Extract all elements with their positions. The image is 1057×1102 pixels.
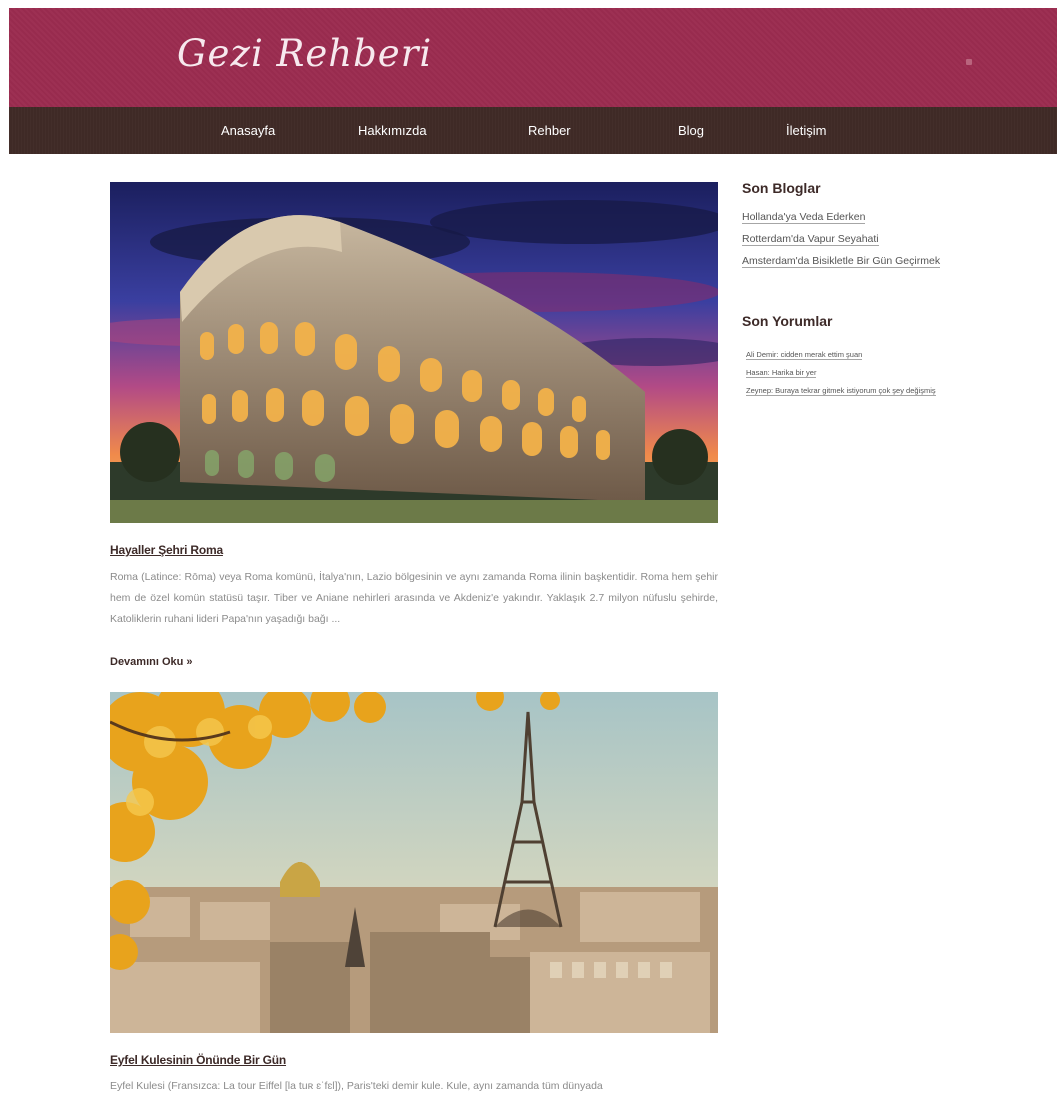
recent-blog-link[interactable]: Amsterdam'da Bisikletle Bir Gün Geçirmek	[742, 255, 941, 268]
recent-comments-list: Ali Demir: cidden merak ettim şuan Hasan…	[746, 344, 936, 398]
read-more-link[interactable]: Devamını Oku »	[110, 656, 193, 668]
list-item: Zeynep: Buraya tekrar gitmek istiyorum ç…	[746, 380, 936, 398]
colosseum-illustration	[110, 182, 718, 523]
site-title[interactable]: Gezi Rehberi	[177, 32, 432, 75]
nav-item-blog[interactable]: Blog	[678, 123, 704, 138]
nav-item-hakkimizda[interactable]: Hakkımızda	[358, 123, 427, 138]
recent-comment-link[interactable]: Hasan: Harika bir yer	[746, 368, 817, 378]
eiffel-tower-image[interactable]	[110, 692, 718, 1033]
recent-blog-link[interactable]: Hollanda'ya Veda Ederken	[742, 211, 866, 224]
recent-comment-link[interactable]: Ali Demir: cidden merak ettim şuan	[746, 350, 863, 360]
recent-comments-heading: Son Yorumlar	[742, 313, 833, 329]
colosseum-image[interactable]	[110, 182, 718, 523]
list-item: Amsterdam'da Bisikletle Bir Gün Geçirmek	[742, 251, 941, 273]
post-title-rome[interactable]: Hayaller Şehri Roma	[110, 543, 223, 557]
list-item: Hollanda'ya Veda Ederken	[742, 207, 940, 229]
post-excerpt-paris: Eyfel Kulesi (Fransızca: La tour Eiffel …	[110, 1080, 603, 1092]
list-item: Hasan: Harika bir yer	[746, 362, 936, 380]
main-navigation: Anasayfa Hakkımızda Rehber Blog İletişim	[9, 107, 1057, 154]
nav-item-rehber[interactable]: Rehber	[528, 123, 571, 138]
eiffel-tower-illustration	[110, 692, 718, 1033]
list-item: Ali Demir: cidden merak ettim şuan	[746, 344, 936, 362]
site-header: Gezi Rehberi	[9, 8, 1057, 107]
nav-item-anasayfa[interactable]: Anasayfa	[221, 123, 275, 138]
header-decoration	[966, 59, 972, 65]
list-item: Rotterdam'da Vapur Seyahati	[742, 229, 940, 251]
recent-comment-link[interactable]: Zeynep: Buraya tekrar gitmek istiyorum ç…	[746, 386, 936, 396]
recent-blogs-heading: Son Bloglar	[742, 180, 821, 196]
post-title-paris[interactable]: Eyfel Kulesinin Önünde Bir Gün	[110, 1053, 286, 1067]
nav-item-iletisim[interactable]: İletişim	[786, 123, 826, 138]
recent-blogs-list: Hollanda'ya Veda Ederken Rotterdam'da Va…	[742, 207, 941, 273]
recent-blog-link[interactable]: Rotterdam'da Vapur Seyahati	[742, 233, 879, 246]
post-excerpt-rome: Roma (Latince: Rōma) veya Roma komünü, İ…	[110, 571, 718, 625]
